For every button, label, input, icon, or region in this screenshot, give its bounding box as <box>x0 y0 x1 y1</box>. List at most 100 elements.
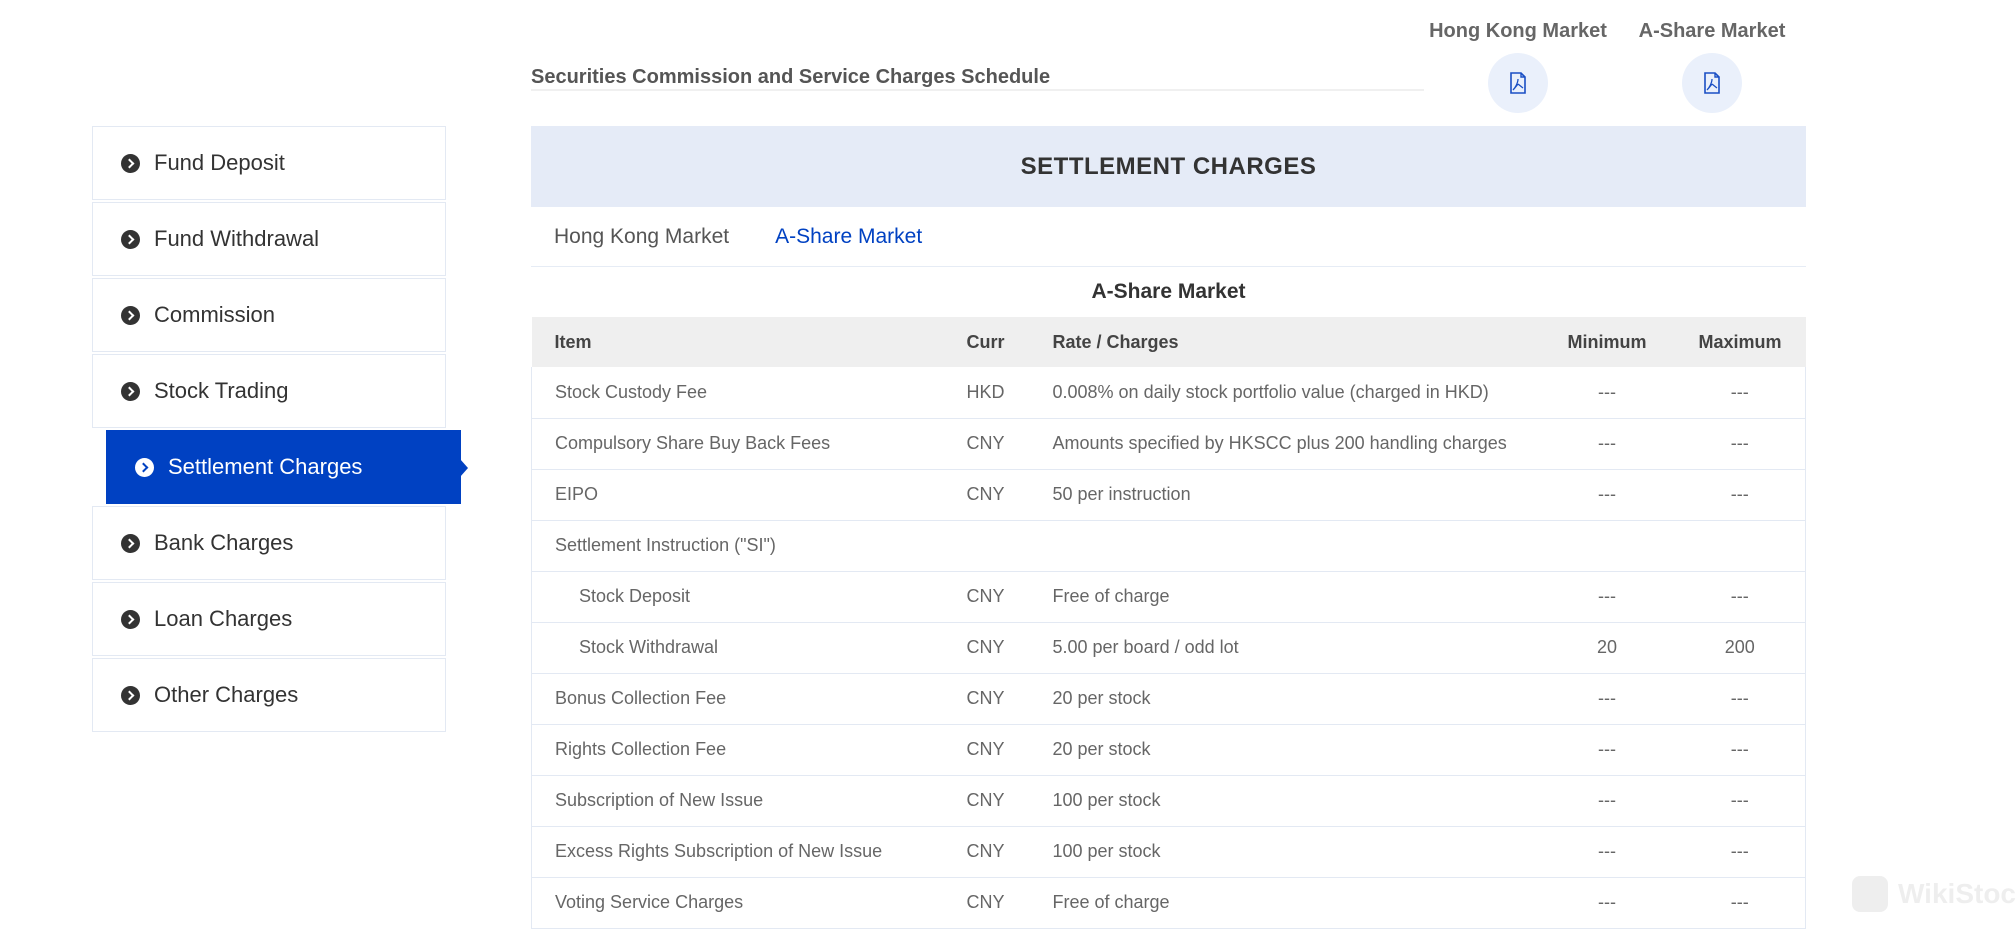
download-hk-pdf-button[interactable] <box>1488 53 1548 113</box>
cell-curr: HKD <box>943 367 1030 419</box>
schedule-title: Securities Commission and Service Charge… <box>531 66 1051 88</box>
cell-minimum: 20 <box>1539 622 1675 674</box>
cell-rate: Amounts specified by HKSCC plus 200 hand… <box>1029 418 1540 470</box>
cell-maximum: --- <box>1674 724 1806 776</box>
chevron-right-circle-icon <box>121 305 140 325</box>
cell-curr: CNY <box>943 418 1030 470</box>
cell-maximum: --- <box>1674 418 1806 470</box>
table-row: Excess Rights Subscription of New Issue C… <box>531 826 1806 878</box>
chevron-right-circle-icon <box>121 533 140 553</box>
cell-rate: Free of charge <box>1029 877 1540 929</box>
table-header-row: Item Curr Rate / Charges Minimum Maximum <box>531 317 1806 367</box>
cell-item: Rights Collection Fee <box>531 724 944 776</box>
cell-item: Settlement Instruction ("SI") <box>531 520 944 572</box>
cell-curr: CNY <box>943 775 1030 827</box>
sidebar-item-label: Settlement Charges <box>168 454 363 479</box>
cell-item: Excess Rights Subscription of New Issue <box>531 826 944 878</box>
cell-minimum: --- <box>1539 724 1675 776</box>
sidebar-item-label: Fund Deposit <box>154 150 285 175</box>
table-title: A-Share Market <box>1091 280 1246 303</box>
cell-item: Subscription of New Issue <box>531 775 944 827</box>
column-header-curr: Curr <box>966 331 1005 352</box>
table-row: Subscription of New Issue CNY 100 per stoc… <box>531 775 1806 827</box>
cell-minimum <box>1539 520 1675 572</box>
cell-maximum: 200 <box>1674 622 1806 674</box>
table-row: Rights Collection Fee CNY 20 per stock --- -… <box>531 724 1806 776</box>
cell-minimum: --- <box>1539 469 1675 521</box>
wikistock-logo-icon <box>1852 876 1888 912</box>
cell-item: Stock Custody Fee <box>531 367 944 419</box>
cell-minimum: --- <box>1539 673 1675 725</box>
divider <box>531 89 1424 91</box>
tab-hong-kong-market[interactable]: Hong Kong Market <box>554 225 729 249</box>
cell-curr: CNY <box>943 724 1030 776</box>
table-row: Stock Custody Fee HKD 0.008% on daily stoc… <box>531 367 1806 419</box>
sidebar-item-label: Stock Trading <box>154 378 289 403</box>
cell-maximum: --- <box>1674 826 1806 878</box>
chevron-right-circle-icon <box>121 685 140 705</box>
cell-curr: CNY <box>943 469 1030 521</box>
watermark-text: WikiStock <box>1898 878 2016 909</box>
cell-maximum <box>1674 520 1806 572</box>
download-a-share-market: A-Share Market <box>1617 20 1807 113</box>
chevron-right-circle-icon <box>121 609 140 629</box>
cell-minimum: --- <box>1539 418 1675 470</box>
cell-maximum: --- <box>1674 775 1806 827</box>
cell-curr: CNY <box>943 622 1030 674</box>
pdf-icon <box>1704 72 1720 94</box>
cell-minimum: --- <box>1539 877 1675 929</box>
tab-a-share-market[interactable]: A-Share Market <box>775 225 922 249</box>
sidebar-item-label: Fund Withdrawal <box>154 226 320 251</box>
download-label: Hong Kong Market <box>1429 20 1607 42</box>
sidebar-nav: Fund Deposit Fund Withdrawal Commission … <box>92 126 468 734</box>
main-content: SETTLEMENT CHARGES Hong Kong Market A-Sh… <box>531 126 1806 929</box>
cell-maximum: --- <box>1674 877 1806 929</box>
cell-curr: CNY <box>943 877 1030 929</box>
cell-minimum: --- <box>1539 826 1675 878</box>
cell-curr: CNY <box>943 571 1030 623</box>
table-row: EIPO CNY 50 per instruction --- --- <box>531 469 1806 521</box>
chevron-right-circle-icon <box>121 381 140 401</box>
sidebar-item-bank-charges[interactable]: Bank Charges <box>92 506 446 580</box>
table-row: Voting Service Charges CNY Free of charge -… <box>531 877 1806 929</box>
cell-rate <box>1029 520 1540 572</box>
sidebar-item-fund-deposit[interactable]: Fund Deposit <box>92 126 446 200</box>
cell-minimum: --- <box>1539 571 1675 623</box>
cell-curr <box>943 520 1030 572</box>
download-label: A-Share Market <box>1638 20 1786 42</box>
sidebar-item-settlement-charges[interactable]: Settlement Charges <box>106 430 468 504</box>
download-a-share-pdf-button[interactable] <box>1682 53 1742 113</box>
cell-rate: 20 per stock <box>1029 673 1540 725</box>
sidebar-item-loan-charges[interactable]: Loan Charges <box>92 582 446 656</box>
market-tabs: Hong Kong Market A-Share Market <box>531 207 1806 267</box>
cell-rate: 5.00 per board / odd lot <box>1029 622 1540 674</box>
cell-curr: CNY <box>943 826 1030 878</box>
table-row: Stock Withdrawal CNY 5.00 per board / odd … <box>531 622 1806 674</box>
cell-maximum: --- <box>1674 469 1806 521</box>
sidebar-item-stock-trading[interactable]: Stock Trading <box>92 354 446 428</box>
sidebar-item-commission[interactable]: Commission <box>92 278 446 352</box>
sidebar-item-other-charges[interactable]: Other Charges <box>92 658 446 732</box>
table-row: Stock Deposit CNY Free of charge --- --- <box>531 571 1806 623</box>
pdf-icon <box>1510 72 1526 94</box>
sidebar-item-fund-withdrawal[interactable]: Fund Withdrawal <box>92 202 446 276</box>
cell-maximum: --- <box>1674 673 1806 725</box>
watermark: WikiStock <box>1852 876 2016 912</box>
cell-maximum: --- <box>1674 367 1806 419</box>
sidebar-item-label: Bank Charges <box>154 530 294 555</box>
column-header-rate: Rate / Charges <box>1052 331 1179 352</box>
cell-item: Compulsory Share Buy Back Fees <box>531 418 944 470</box>
chevron-right-circle-icon <box>121 153 140 173</box>
cell-item: Stock Deposit <box>531 571 944 623</box>
cell-minimum: --- <box>1539 775 1675 827</box>
chevron-right-circle-icon <box>121 229 140 249</box>
sidebar-item-label: Commission <box>154 302 276 327</box>
column-header-maximum: Maximum <box>1698 331 1782 352</box>
table-row: Settlement Instruction ("SI") <box>531 520 1806 572</box>
sidebar-item-label: Other Charges <box>154 682 299 707</box>
column-header-item: Item <box>554 331 592 352</box>
cell-item: Bonus Collection Fee <box>531 673 944 725</box>
table-row: Bonus Collection Fee CNY 20 per stock --- --… <box>531 673 1806 725</box>
cell-rate: Free of charge <box>1029 571 1540 623</box>
table-body: Stock Custody Fee HKD 0.008% on daily stoc… <box>531 367 1806 929</box>
